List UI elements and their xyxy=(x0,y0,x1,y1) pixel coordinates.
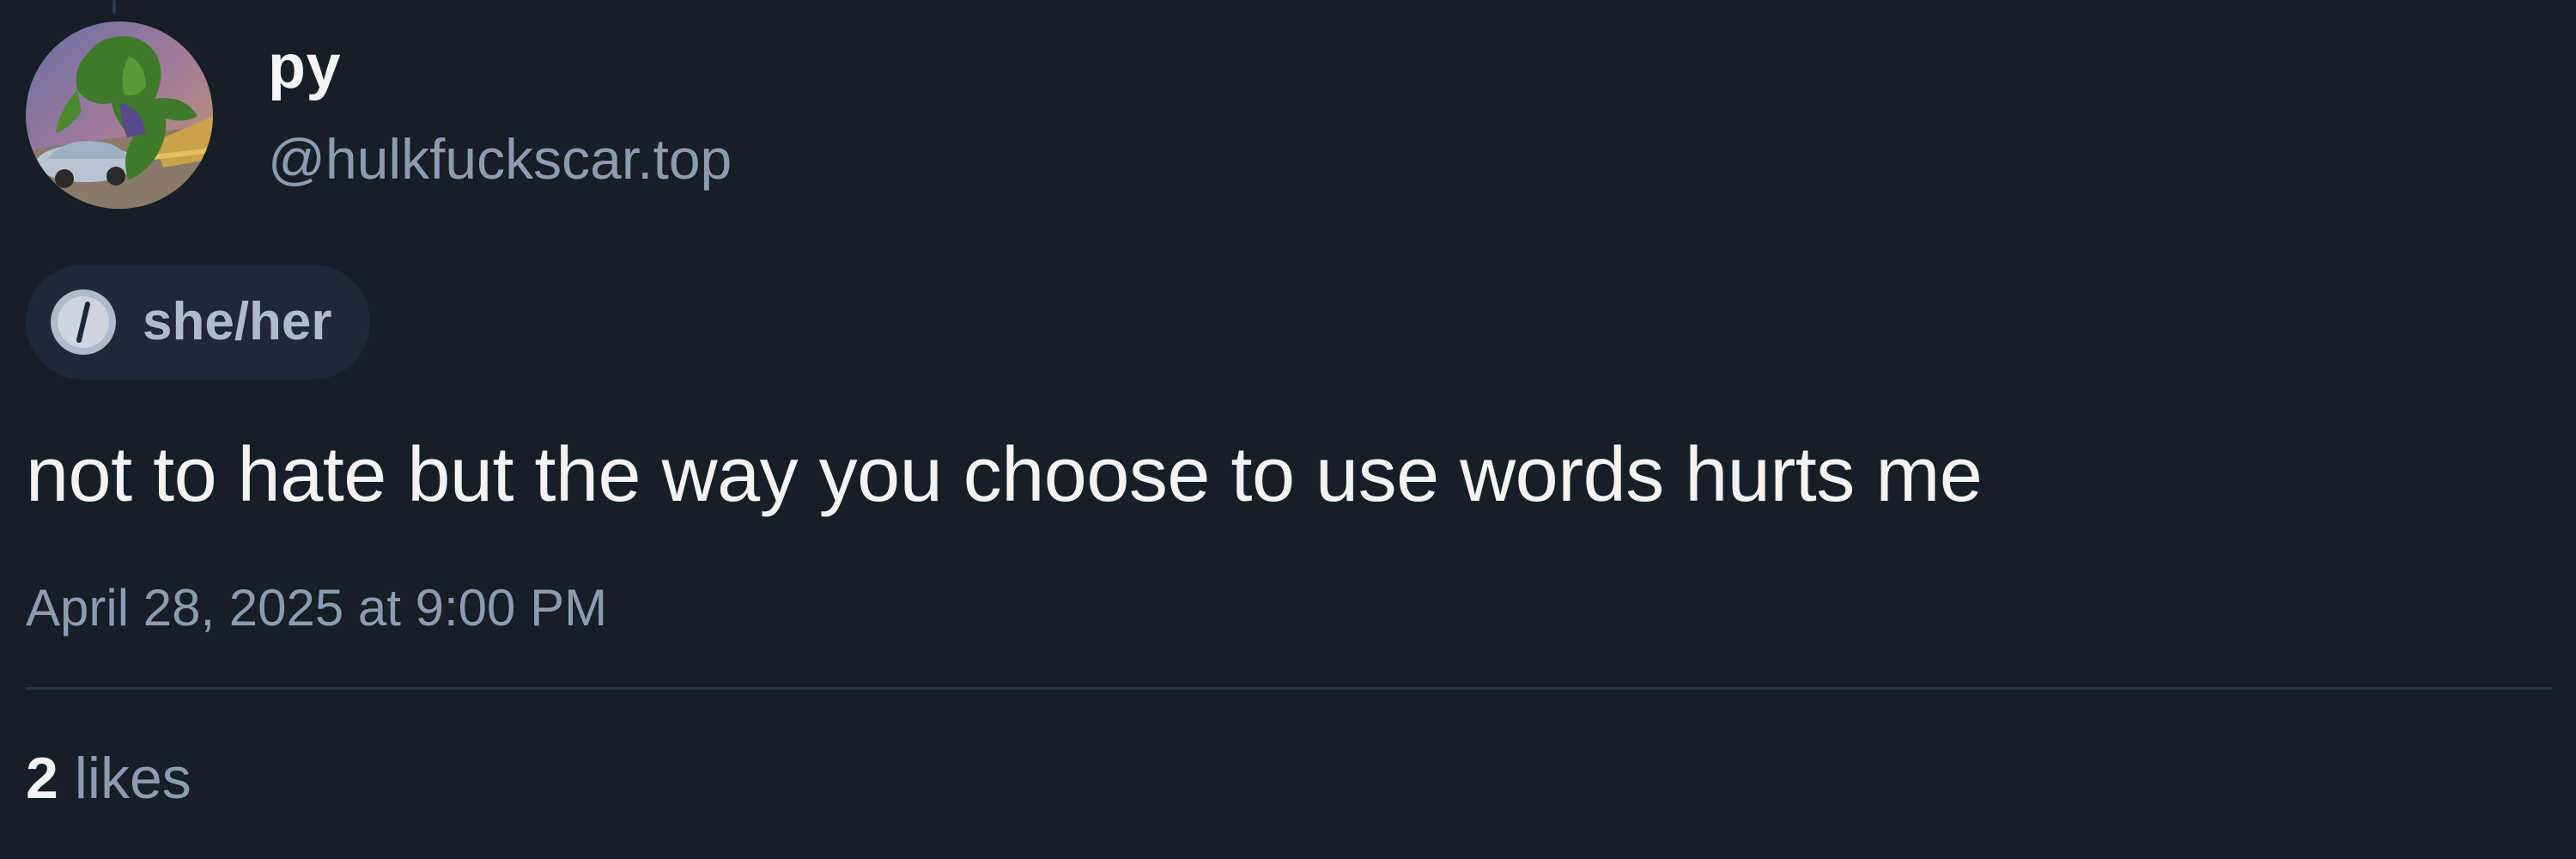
divider xyxy=(26,687,2552,690)
avatar[interactable] xyxy=(26,21,213,209)
post-timestamp[interactable]: April 28, 2025 at 9:00 PM xyxy=(26,582,607,634)
pronouns-badge: she/her xyxy=(26,265,370,380)
post-detail: py @hulkfuckscar.top she/her not to hate… xyxy=(0,0,2576,859)
thread-connector-line xyxy=(112,0,116,14)
author-display-name[interactable]: py xyxy=(268,36,341,98)
avatar-image xyxy=(26,21,213,209)
likes-count: 2 xyxy=(26,746,58,811)
likes-link[interactable]: 2 likes xyxy=(26,749,191,807)
info-icon xyxy=(51,289,116,355)
post-body-text: not to hate but the way you choose to us… xyxy=(26,432,1983,518)
author-handle[interactable]: @hulkfuckscar.top xyxy=(268,131,732,187)
likes-label: likes xyxy=(74,746,191,811)
pronouns-label: she/her xyxy=(143,292,332,351)
